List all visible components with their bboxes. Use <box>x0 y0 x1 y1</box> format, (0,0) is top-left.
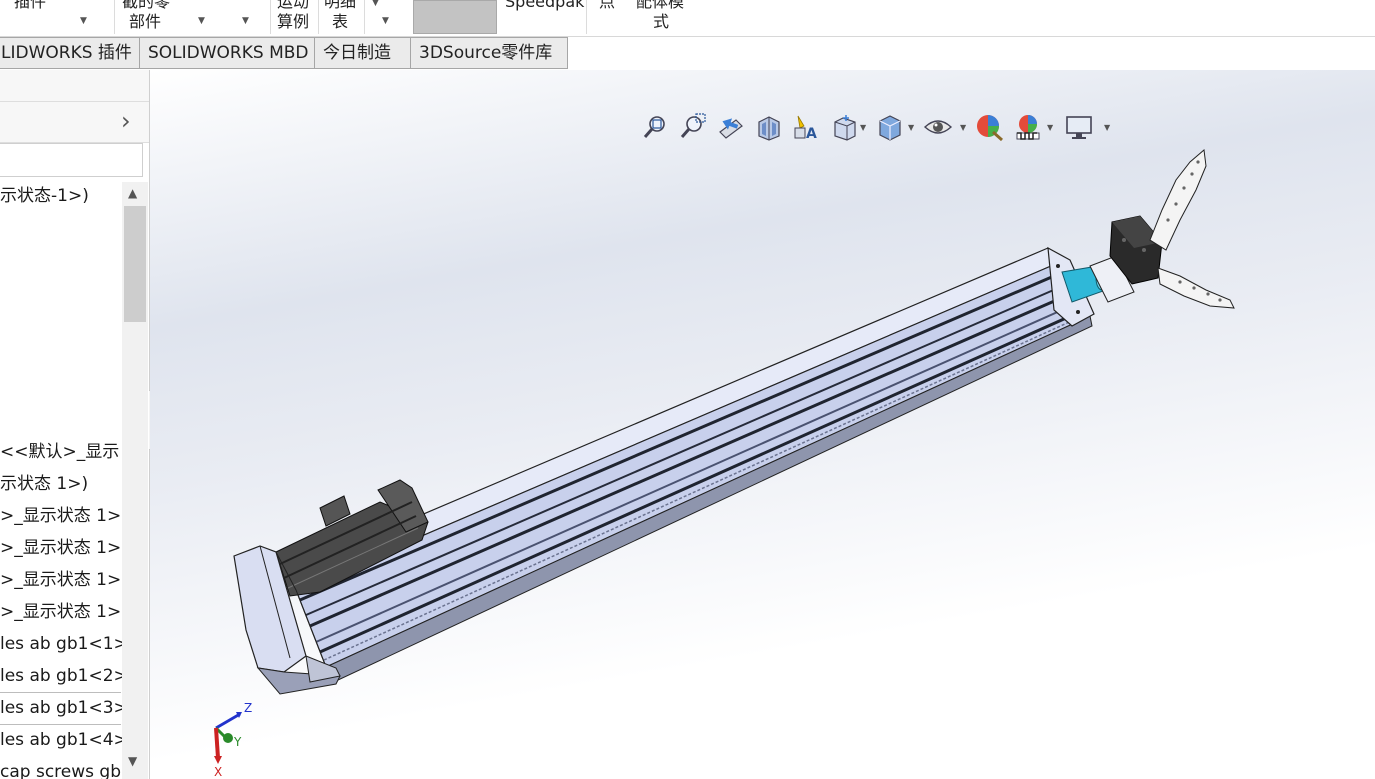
gripper-upper-finger <box>1149 149 1207 251</box>
ribbon-separator <box>270 0 271 34</box>
tree-item[interactable]: les ab gb1<2> <box>0 664 128 688</box>
tree-filter-input[interactable] <box>0 143 143 177</box>
scrollbar-thumb[interactable] <box>124 206 146 322</box>
tree-item[interactable]: 示状态 1>) <box>0 472 88 496</box>
chevron-down-icon[interactable]: ▼ <box>198 16 205 26</box>
gripper-lower-finger <box>1157 267 1235 309</box>
ribbon-motion-study-label-2[interactable]: 算例 <box>277 12 309 32</box>
triad-z-axis <box>215 712 241 730</box>
tab-solidworks-mbd[interactable]: SOLIDWORKS MBD <box>139 37 315 69</box>
ribbon-speedpak-button[interactable]: Speedpak <box>505 0 584 12</box>
command-manager-ribbon: 插件 ▼ 截的零 部件 ▼ ▼ 运动 算例 明细 表 ▼ ▼ Speedpak … <box>0 0 1375 37</box>
tab-3dsource-library[interactable]: 3DSource零件库 <box>410 37 568 69</box>
tree-scrollbar[interactable]: ▲ ▼ <box>122 182 148 779</box>
tree-item[interactable]: cap screws gb <box>0 760 121 779</box>
ribbon-separator <box>114 0 115 34</box>
chevron-down-icon[interactable]: ▼ <box>382 16 389 26</box>
linear-actuator-model[interactable] <box>150 70 1375 779</box>
ribbon-addins-button[interactable]: 插件 <box>14 0 46 12</box>
scroll-up-icon[interactable]: ▲ <box>128 186 137 200</box>
tree-item[interactable]: 示状态-1>) <box>0 184 89 208</box>
ribbon-mate-pattern-label-2[interactable]: 式 <box>653 12 669 32</box>
ribbon-point-button[interactable]: 点 <box>599 0 615 12</box>
tree-item[interactable]: <<默认>_显示 <box>0 440 119 464</box>
tree-divider <box>0 724 121 725</box>
triad-x-label: X <box>214 765 222 778</box>
reference-triad: Z Y X <box>214 701 252 778</box>
tree-item[interactable]: >_显示状态 1> <box>0 600 121 624</box>
tab-today-manufacturing[interactable]: 今日制造 <box>314 37 411 69</box>
tree-item[interactable]: >_显示状态 1> <box>0 504 121 528</box>
ribbon-separator <box>364 0 365 34</box>
tree-item[interactable]: >_显示状态 1> <box>0 568 121 592</box>
ribbon-selected-button[interactable] <box>413 0 497 34</box>
chevron-down-icon[interactable]: ▼ <box>242 16 249 26</box>
ribbon-mate-pattern-button[interactable]: 配体模 <box>636 0 684 12</box>
panel-tab-strip <box>0 70 149 102</box>
rail-bottom-face <box>325 315 1093 682</box>
tree-item[interactable]: les ab gb1<3> <box>0 696 128 720</box>
chevron-down-icon[interactable]: ▼ <box>80 16 87 26</box>
tree-divider <box>0 692 121 693</box>
ribbon-flexible-part-label-2[interactable]: 部件 <box>129 12 161 32</box>
tree-item[interactable]: les ab gb1<4> <box>0 728 128 752</box>
graphics-viewport[interactable]: A ▼ ▼ ▼ ▼ ▼ Z Y X <box>150 70 1375 779</box>
tree-item[interactable]: les ab gb1<1> <box>0 632 128 656</box>
chevron-down-icon[interactable]: ▼ <box>372 0 379 8</box>
ribbon-bom-button[interactable]: 明细 <box>324 0 356 12</box>
ribbon-motion-study-button[interactable]: 运动 <box>277 0 309 12</box>
feature-manager-panel: › 示状态-1>) <<默认>_显示 示状态 1>) >_显示状态 1> >_显… <box>0 70 150 779</box>
ribbon-bom-label-2[interactable]: 表 <box>332 12 348 32</box>
triad-x-axis <box>214 727 220 759</box>
tree-item[interactable]: >_显示状态 1> <box>0 536 121 560</box>
ribbon-separator <box>318 0 319 34</box>
tab-solidworks-addins[interactable]: LIDWORKS 插件 <box>0 37 140 69</box>
scroll-down-icon[interactable]: ▼ <box>128 754 137 768</box>
ribbon-flexible-part-label[interactable]: 截的零 <box>122 0 170 12</box>
ribbon-separator <box>586 0 587 34</box>
triad-y-label: Y <box>233 735 242 749</box>
chevron-right-icon[interactable]: › <box>121 108 131 134</box>
rail-side-face <box>295 259 1091 668</box>
triad-z-label: Z <box>244 701 252 715</box>
